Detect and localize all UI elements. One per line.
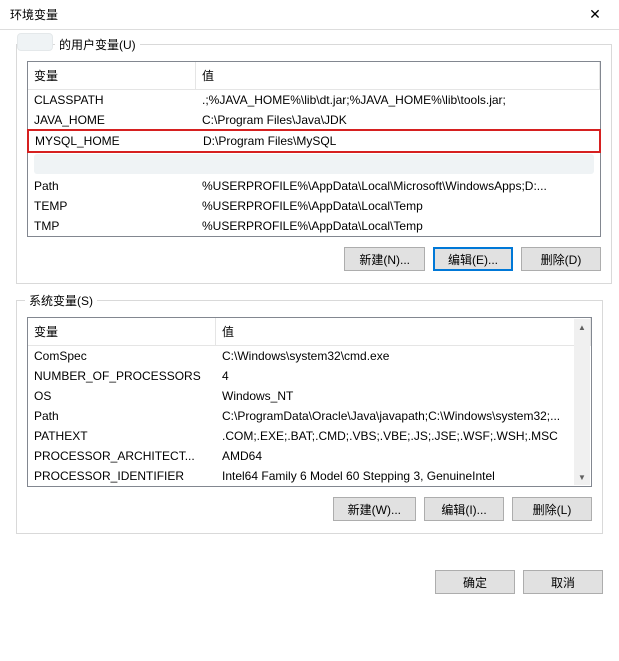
close-icon: ✕ xyxy=(589,6,601,23)
cell-value: 4 xyxy=(216,366,591,386)
cell-variable: NUMBER_OF_PROCESSORS xyxy=(28,366,216,386)
col-variable[interactable]: 变量 xyxy=(28,318,216,345)
col-value[interactable]: 值 xyxy=(216,318,591,345)
table-row[interactable]: CLASSPATH .;%JAVA_HOME%\lib\dt.jar;%JAVA… xyxy=(28,90,600,110)
system-table-header: 变量 值 xyxy=(28,318,591,346)
cell-value: C:\Program Files\Java\JDK xyxy=(196,110,600,130)
user-table-body: CLASSPATH .;%JAVA_HOME%\lib\dt.jar;%JAVA… xyxy=(28,90,600,236)
col-value[interactable]: 值 xyxy=(196,62,600,89)
cell-value: .COM;.EXE;.BAT;.CMD;.VBS;.VBE;.JS;.JSE;.… xyxy=(216,426,591,446)
close-button[interactable]: ✕ xyxy=(573,1,617,29)
system-variables-group: 系统变量(S) 变量 值 ComSpec C:\Windows\system32… xyxy=(16,300,603,534)
table-row[interactable]: PROCESSOR_IDENTIFIER Intel64 Family 6 Mo… xyxy=(28,466,591,486)
table-row[interactable]: JAVA_HOME C:\Program Files\Java\JDK xyxy=(28,110,600,130)
cell-value: D:\Program Files\MySQL xyxy=(197,131,599,151)
scroll-up-icon[interactable]: ▲ xyxy=(574,319,590,335)
ok-button[interactable]: 确定 xyxy=(435,570,515,594)
system-new-button[interactable]: 新建(W)... xyxy=(333,497,416,521)
table-row[interactable]: OS Windows_NT xyxy=(28,386,591,406)
user-button-row: 新建(N)... 编辑(E)... 删除(D) xyxy=(27,247,601,271)
system-variables-table[interactable]: 变量 值 ComSpec C:\Windows\system32\cmd.exe… xyxy=(27,317,592,487)
table-row[interactable]: PROCESSOR_ARCHITECT... AMD64 xyxy=(28,446,591,466)
table-row[interactable]: ComSpec C:\Windows\system32\cmd.exe xyxy=(28,346,591,366)
table-row[interactable]: Path %USERPROFILE%\AppData\Local\Microso… xyxy=(28,176,600,196)
cell-value: Intel64 Family 6 Model 60 Stepping 3, Ge… xyxy=(216,466,591,486)
system-table-body: ComSpec C:\Windows\system32\cmd.exe NUMB… xyxy=(28,346,591,486)
cell-value: %USERPROFILE%\AppData\Local\Temp xyxy=(196,216,600,236)
system-edit-button[interactable]: 编辑(I)... xyxy=(424,497,504,521)
cell-value: C:\ProgramData\Oracle\Java\javapath;C:\W… xyxy=(216,406,591,426)
footer-buttons: 确定 取消 xyxy=(0,560,619,606)
cell-value: AMD64 xyxy=(216,446,591,466)
scroll-down-icon[interactable]: ▼ xyxy=(574,469,590,485)
cell-value: %USERPROFILE%\AppData\Local\Microsoft\Wi… xyxy=(196,176,600,196)
scrollbar[interactable]: ▲ ▼ xyxy=(574,319,590,485)
table-row[interactable]: Path C:\ProgramData\Oracle\Java\javapath… xyxy=(28,406,591,426)
cell-variable: TEMP xyxy=(28,196,196,216)
cell-value: %USERPROFILE%\AppData\Local\Temp xyxy=(196,196,600,216)
cell-value: C:\Windows\system32\cmd.exe xyxy=(216,346,591,366)
table-row[interactable]: NUMBER_OF_PROCESSORS 4 xyxy=(28,366,591,386)
user-variables-group: 的用户变量(U) 变量 值 CLASSPATH .;%JAVA_HOME%\li… xyxy=(16,44,612,284)
dialog-content: 的用户变量(U) 变量 值 CLASSPATH .;%JAVA_HOME%\li… xyxy=(0,30,619,560)
cell-variable: PROCESSOR_ARCHITECT... xyxy=(28,446,216,466)
cell-variable: PATHEXT xyxy=(28,426,216,446)
user-group-label: 的用户变量(U) xyxy=(55,36,140,53)
cell-variable: ComSpec xyxy=(28,346,216,366)
cell-variable: TMP xyxy=(28,216,196,236)
titlebar: 环境变量 ✕ xyxy=(0,0,619,30)
cell-variable: OS xyxy=(28,386,216,406)
cell-value: Windows_NT xyxy=(216,386,591,406)
window-title: 环境变量 xyxy=(10,6,58,23)
cell-variable: Path xyxy=(28,176,196,196)
system-delete-button[interactable]: 删除(L) xyxy=(512,497,592,521)
cell-value: .;%JAVA_HOME%\lib\dt.jar;%JAVA_HOME%\lib… xyxy=(196,90,600,110)
system-group-label: 系统变量(S) xyxy=(25,292,97,309)
cell-variable: PROCESSOR_IDENTIFIER xyxy=(28,466,216,486)
system-button-row: 新建(W)... 编辑(I)... 删除(L) xyxy=(27,497,592,521)
cell-variable: CLASSPATH xyxy=(28,90,196,110)
cancel-button[interactable]: 取消 xyxy=(523,570,603,594)
cell-variable: MYSQL_HOME xyxy=(29,131,197,151)
table-row[interactable]: PATHEXT .COM;.EXE;.BAT;.CMD;.VBS;.VBE;.J… xyxy=(28,426,591,446)
user-edit-button[interactable]: 编辑(E)... xyxy=(433,247,513,271)
col-variable[interactable]: 变量 xyxy=(28,62,196,89)
user-delete-button[interactable]: 删除(D) xyxy=(521,247,601,271)
cell-variable: JAVA_HOME xyxy=(28,110,196,130)
table-row[interactable]: TMP %USERPROFILE%\AppData\Local\Temp xyxy=(28,216,600,236)
cell-variable: Path xyxy=(28,406,216,426)
censored-username xyxy=(17,33,53,51)
table-row-highlighted[interactable]: MYSQL_HOME D:\Program Files\MySQL xyxy=(27,129,601,153)
user-new-button[interactable]: 新建(N)... xyxy=(344,247,425,271)
user-variables-table[interactable]: 变量 值 CLASSPATH .;%JAVA_HOME%\lib\dt.jar;… xyxy=(27,61,601,237)
table-row[interactable]: TEMP %USERPROFILE%\AppData\Local\Temp xyxy=(28,196,600,216)
censored-row xyxy=(34,154,594,174)
user-table-header: 变量 值 xyxy=(28,62,600,90)
